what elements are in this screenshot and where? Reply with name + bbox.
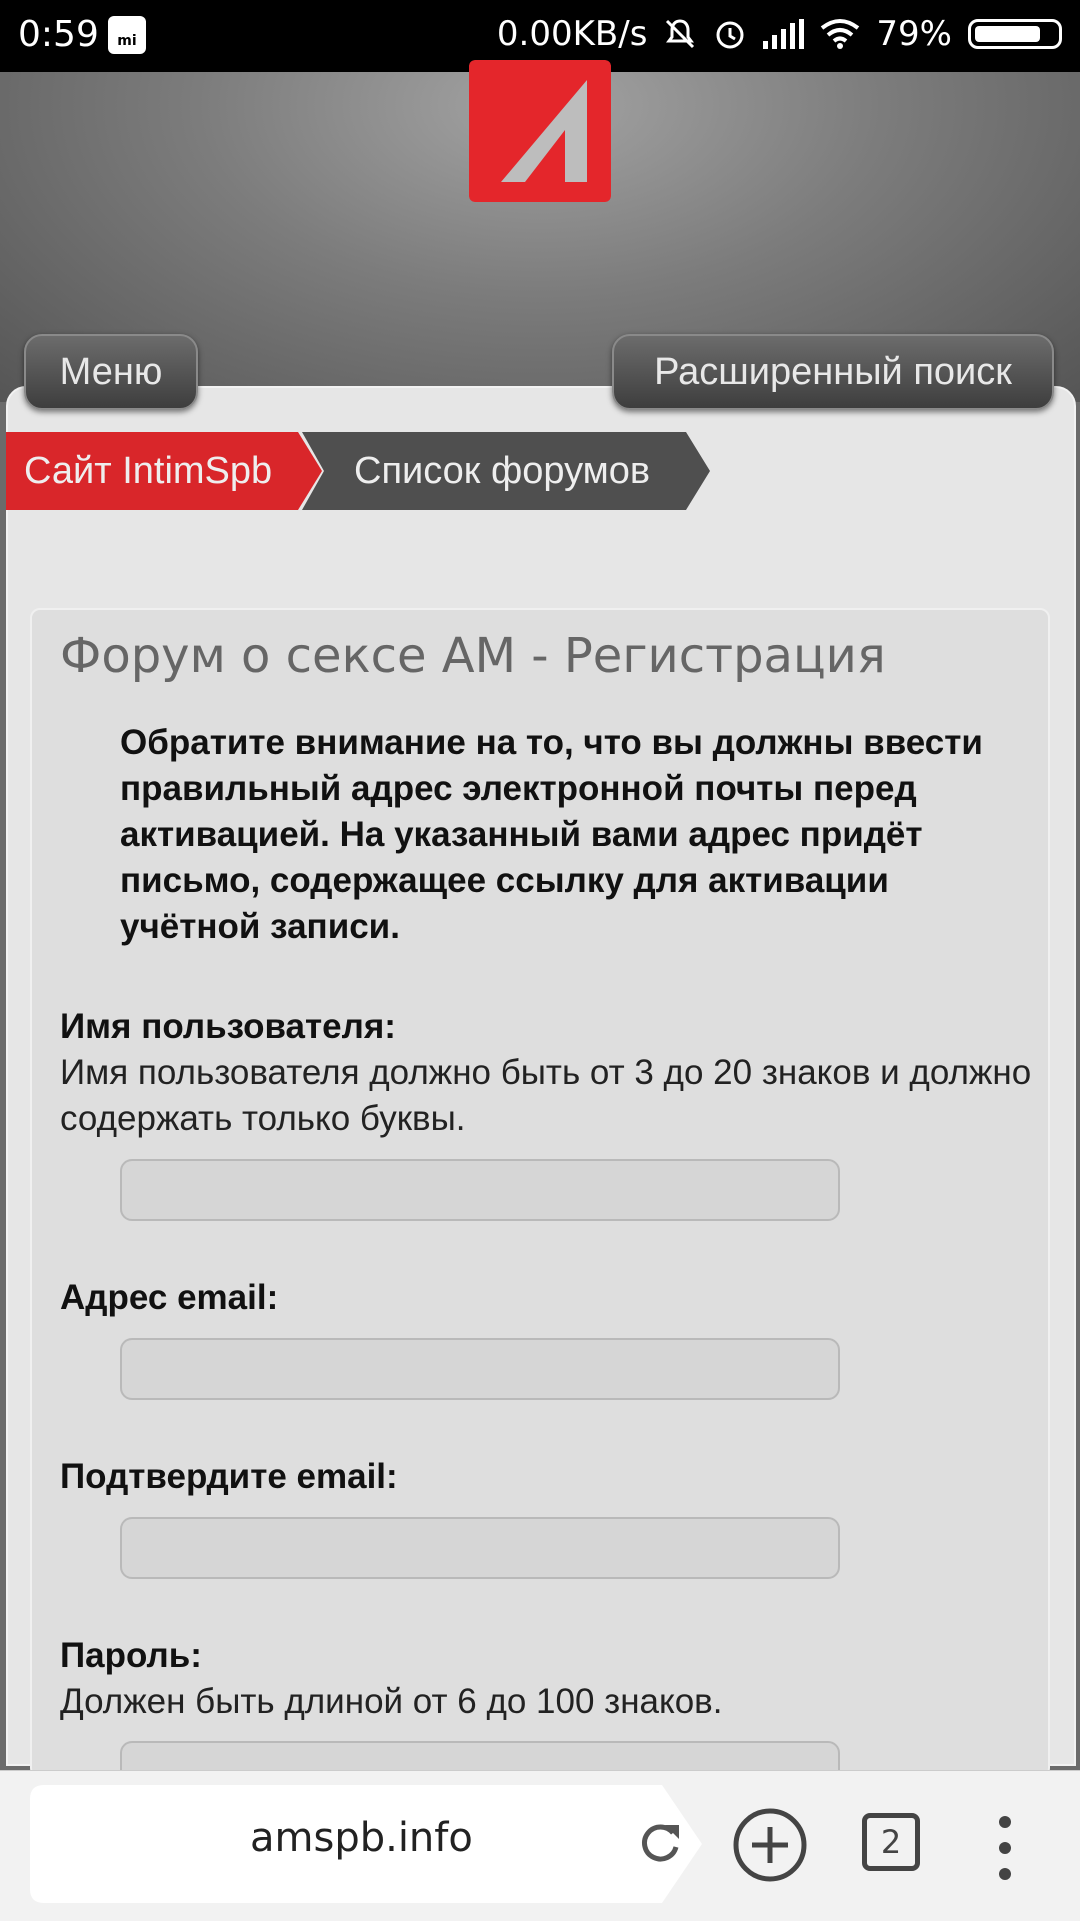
password-help: Должен быть длиной от 6 до 100 знаков. (60, 1682, 723, 1721)
confirm-email-label: Подтвердите email: (60, 1457, 398, 1496)
breadcrumb-forum-list[interactable]: Список форумов (302, 432, 710, 510)
battery-icon (968, 19, 1062, 49)
breadcrumb-site-label: Сайт IntimSpb (24, 449, 273, 492)
signal-icon (763, 19, 805, 49)
url-text: amspb.info (250, 1815, 473, 1861)
battery-percent: 79% (876, 14, 952, 54)
page-title: Форум о сексе АМ - Регистрация (60, 628, 886, 684)
mute-icon (666, 19, 695, 49)
breadcrumb-site[interactable]: Сайт IntimSpb (6, 432, 322, 510)
reload-icon[interactable] (635, 1819, 685, 1869)
email-label: Адрес email: (60, 1278, 279, 1317)
registration-notice: Обратите внимание на то, что вы должны в… (120, 723, 983, 946)
wifi-icon (821, 19, 860, 49)
alarm-icon (716, 21, 744, 49)
more-menu-icon[interactable] (995, 1813, 1015, 1883)
advanced-search-button[interactable]: Расширенный поиск (612, 334, 1054, 410)
password-label: Пароль: (60, 1636, 202, 1675)
breadcrumb-forum-list-label: Список форумов (354, 449, 651, 492)
mi-notification-icon: mi (108, 16, 146, 54)
network-speed: 0.00KB/s (496, 14, 648, 54)
browser-toolbar: amspb.info 2 (0, 1770, 1080, 1921)
confirm-email-input[interactable] (120, 1517, 840, 1579)
email-input[interactable] (120, 1338, 840, 1400)
new-tab-icon[interactable] (732, 1807, 808, 1883)
username-label: Имя пользователя: (60, 1007, 396, 1046)
menu-button[interactable]: Меню (24, 334, 198, 410)
status-right: 0.00KB/s 79% (497, 14, 1062, 54)
status-time: 0:59 (18, 14, 99, 55)
site-logo[interactable] (469, 60, 611, 202)
username-help: Имя пользователя должно быть от 3 до 20 … (60, 1053, 1032, 1138)
username-input[interactable] (120, 1159, 840, 1221)
address-bar[interactable]: amspb.info (30, 1785, 702, 1903)
tab-switcher-button[interactable]: 2 (862, 1813, 920, 1871)
